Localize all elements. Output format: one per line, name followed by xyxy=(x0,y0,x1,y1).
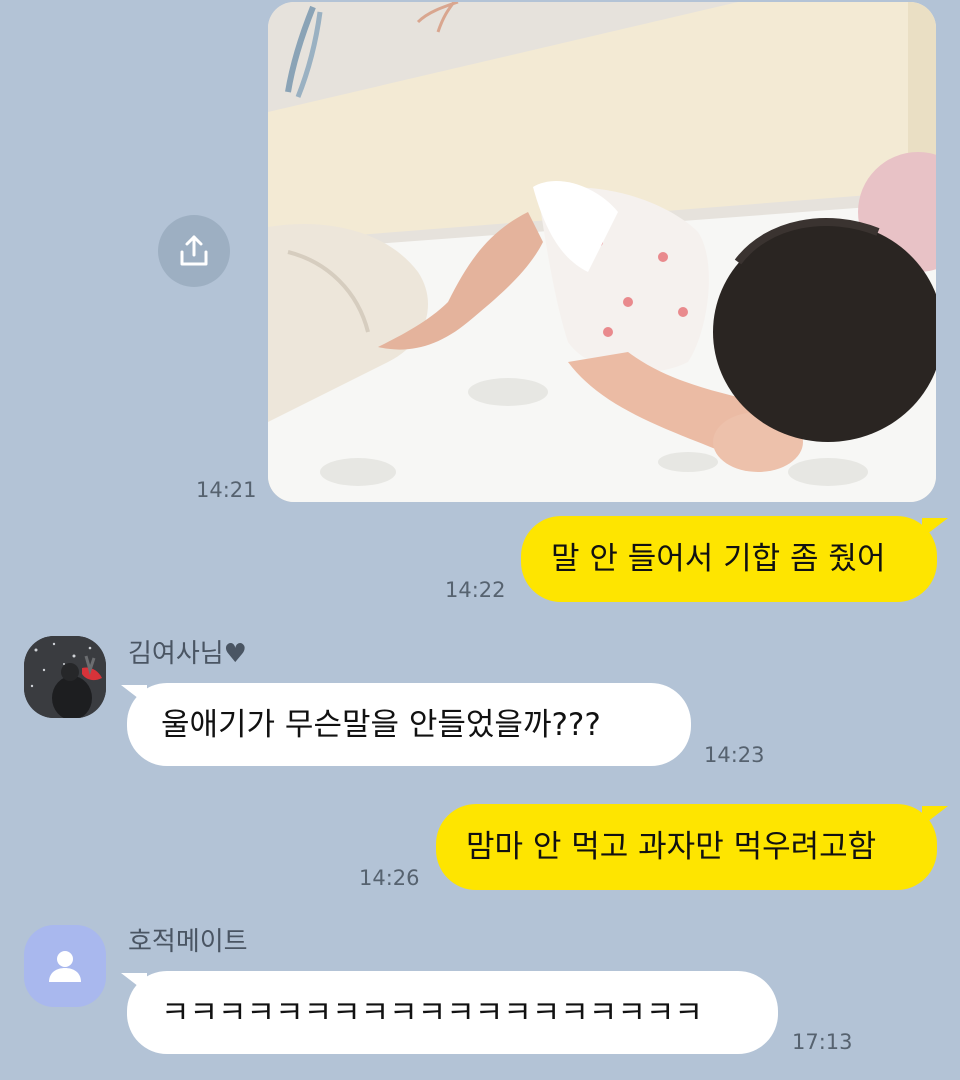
message-time: 14:22 xyxy=(445,578,506,602)
sender-avatar[interactable] xyxy=(24,925,106,1007)
sender-name: 호적메이트 xyxy=(128,927,248,957)
message-text: 맘마 안 먹고 과자만 먹우려고함 xyxy=(466,829,877,865)
avatar-photo xyxy=(24,636,106,718)
baby-photo xyxy=(268,2,936,502)
sender-name: 김여사님♥ xyxy=(128,639,247,669)
message-text: 울애기가 무슨말을 안들었을까??? xyxy=(161,706,601,743)
bubble-tail xyxy=(922,806,948,826)
photo-message[interactable] xyxy=(268,2,936,502)
default-person-icon xyxy=(49,951,81,982)
bubble-tail xyxy=(922,518,948,538)
message-time: 17:13 xyxy=(792,1030,853,1054)
message-time: 14:21 xyxy=(196,478,257,502)
sender-avatar[interactable] xyxy=(24,636,106,718)
incoming-message-bubble[interactable]: 울애기가 무슨말을 안들었을까??? xyxy=(127,683,691,766)
message-text: 말 안 들어서 기합 좀 줬어 xyxy=(551,541,886,577)
share-upload-icon xyxy=(180,235,208,266)
incoming-message-bubble[interactable]: ㅋㅋㅋㅋㅋㅋㅋㅋㅋㅋㅋㅋㅋㅋㅋㅋㅋㅋㅋ xyxy=(127,971,778,1054)
share-button[interactable] xyxy=(158,215,230,287)
outgoing-message-bubble[interactable]: 맘마 안 먹고 과자만 먹우려고함 xyxy=(436,804,937,890)
outgoing-message-bubble[interactable]: 말 안 들어서 기합 좀 줬어 xyxy=(521,516,937,602)
message-time: 14:23 xyxy=(704,743,765,767)
message-time: 14:26 xyxy=(359,866,420,890)
message-text: ㅋㅋㅋㅋㅋㅋㅋㅋㅋㅋㅋㅋㅋㅋㅋㅋㅋㅋㅋ xyxy=(161,994,703,1031)
